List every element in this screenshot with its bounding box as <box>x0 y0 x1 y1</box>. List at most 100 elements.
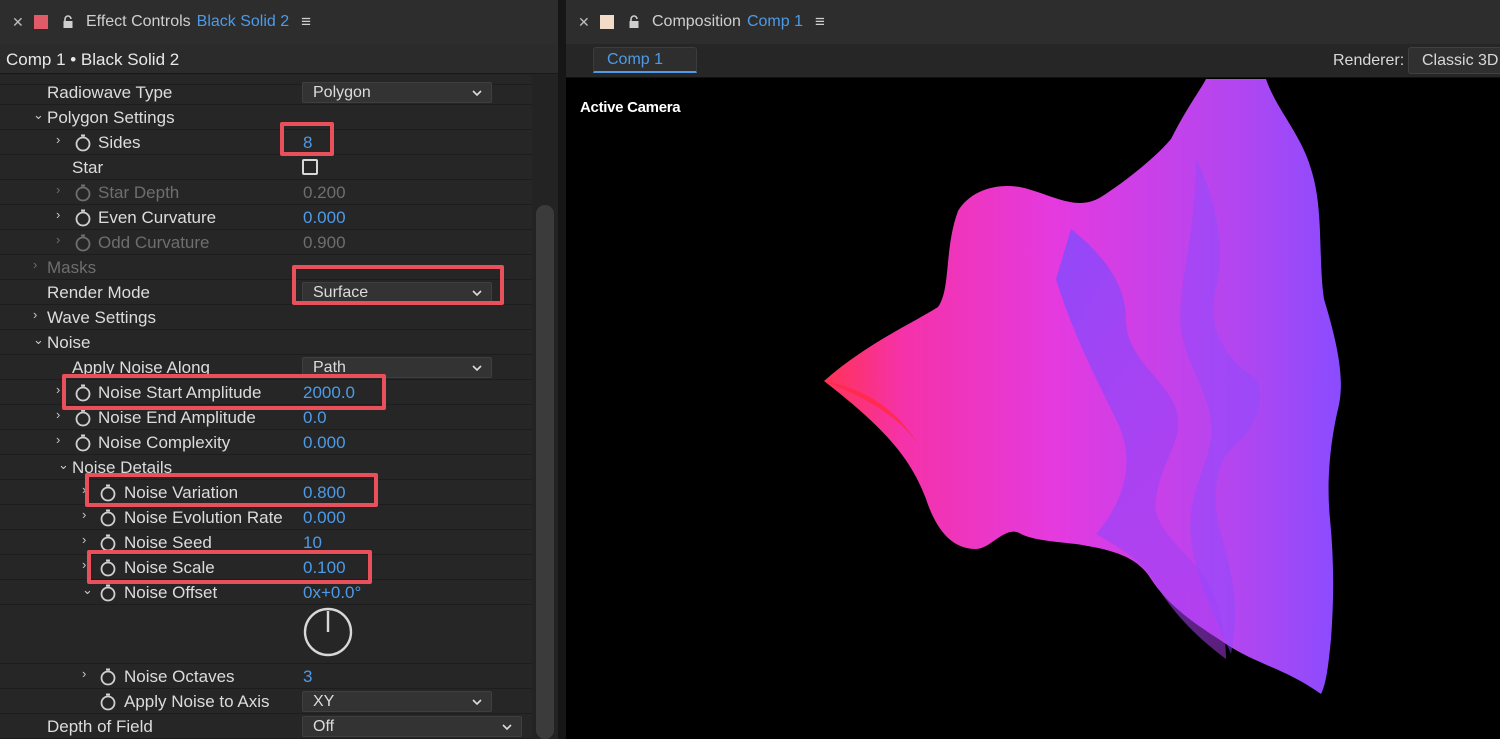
property-label: Noise Complexity <box>98 433 231 452</box>
group-masks[interactable]: › Masks <box>0 255 532 280</box>
sides-value[interactable]: 8 <box>303 133 312 153</box>
twirl-closed-icon[interactable]: › <box>82 482 94 497</box>
dropdown-value: Path <box>313 359 346 376</box>
property-label: Noise Scale <box>124 558 215 577</box>
label-color-swatch[interactable] <box>600 15 614 29</box>
scrollbar-thumb[interactable] <box>536 205 554 739</box>
scrollbar[interactable] <box>532 75 558 739</box>
render-mode-dropdown[interactable]: Surface <box>302 282 492 303</box>
group-polygon-settings[interactable]: ⌄ Polygon Settings <box>0 105 532 130</box>
noise-start-amplitude-value[interactable]: 2000.0 <box>303 383 355 403</box>
twirl-closed-icon[interactable]: › <box>56 407 68 422</box>
renderer-select[interactable]: Classic 3D <box>1408 47 1500 74</box>
lock-icon[interactable] <box>62 15 76 29</box>
property-label: Apply Noise to Axis <box>124 692 270 711</box>
group-label: Noise <box>47 333 91 352</box>
noise-seed-value[interactable]: 10 <box>303 533 322 553</box>
stopwatch-icon <box>75 184 91 202</box>
twirl-closed-icon[interactable]: › <box>56 232 68 247</box>
stopwatch-icon[interactable] <box>99 668 117 686</box>
group-label: Polygon Settings <box>47 108 175 127</box>
stopwatch-icon[interactable] <box>99 584 117 602</box>
property-label: Render Mode <box>47 283 151 302</box>
property-noise-offset: ⌄ Noise Offset 0x+0.0° <box>0 580 532 605</box>
radiowave-type-dropdown[interactable]: Polygon <box>302 82 492 103</box>
twirl-closed-icon[interactable]: › <box>56 132 68 147</box>
panel-menu-icon[interactable]: ≡ <box>815 12 825 32</box>
star-checkbox[interactable] <box>302 159 318 175</box>
property-label: Odd Curvature <box>98 233 210 252</box>
stopwatch-icon[interactable] <box>99 693 117 711</box>
twirl-closed-icon[interactable]: › <box>56 432 68 447</box>
noise-evolution-rate-value[interactable]: 0.000 <box>303 508 346 528</box>
close-icon[interactable]: ✕ <box>12 14 26 31</box>
effect-controls-panel: ✕ Effect Controls Black Solid 2 ≡ Comp 1… <box>0 0 558 739</box>
close-icon[interactable]: ✕ <box>578 14 592 31</box>
apply-noise-to-axis-dropdown[interactable]: XY <box>302 691 492 712</box>
stopwatch-icon[interactable] <box>99 509 117 527</box>
property-depth-of-field: Depth of Field Off <box>0 714 532 739</box>
noise-offset-value[interactable]: 0x+0.0° <box>303 583 361 603</box>
property-label: Noise Evolution Rate <box>124 508 283 527</box>
twirl-open-icon[interactable]: ⌄ <box>33 332 45 348</box>
stopwatch-icon[interactable] <box>99 534 117 552</box>
depth-of-field-dropdown[interactable]: Off <box>302 716 522 737</box>
lock-icon[interactable] <box>628 15 642 29</box>
chevron-down-icon <box>472 90 482 97</box>
twirl-closed-icon[interactable]: › <box>82 557 94 572</box>
noise-variation-value[interactable]: 0.800 <box>303 483 346 503</box>
twirl-open-icon[interactable]: ⌄ <box>58 457 70 473</box>
dropdown-value: Polygon <box>313 84 371 101</box>
property-apply-noise-along: Apply Noise Along Path <box>0 355 532 380</box>
group-wave-settings[interactable]: › Wave Settings <box>0 305 532 330</box>
twirl-open-icon[interactable]: ⌄ <box>33 107 45 123</box>
chevron-down-icon <box>472 699 482 706</box>
even-curvature-value[interactable]: 0.000 <box>303 208 346 228</box>
odd-curvature-value: 0.900 <box>303 233 346 252</box>
property-noise-seed: › Noise Seed 10 <box>0 530 532 555</box>
comp-name-link[interactable]: Comp 1 <box>747 13 803 31</box>
property-noise-octaves: › Noise Octaves 3 <box>0 664 532 689</box>
noise-complexity-value[interactable]: 0.000 <box>303 433 346 453</box>
property-label: Sides <box>98 133 141 152</box>
stopwatch-icon[interactable] <box>74 409 92 427</box>
property-label: Noise Seed <box>124 533 212 552</box>
twirl-closed-icon[interactable]: › <box>56 182 68 197</box>
composition-panel: ✕ Composition Comp 1 ≡ Comp 1 Renderer: … <box>566 0 1500 739</box>
stopwatch-icon[interactable] <box>74 434 92 452</box>
layer-name-link[interactable]: Black Solid 2 <box>197 13 290 31</box>
stopwatch-icon[interactable] <box>74 384 92 402</box>
chevron-down-icon <box>472 365 482 372</box>
group-label: Masks <box>47 258 97 277</box>
label-color-swatch[interactable] <box>34 15 48 29</box>
twirl-open-icon[interactable]: ⌄ <box>82 582 94 598</box>
stopwatch-icon[interactable] <box>99 484 117 502</box>
stopwatch-icon[interactable] <box>74 134 92 152</box>
panel-divider[interactable] <box>558 0 566 739</box>
tab-comp-1[interactable]: Comp 1 <box>593 47 697 73</box>
twirl-closed-icon[interactable]: › <box>33 307 45 322</box>
angle-dial-icon[interactable] <box>302 606 354 658</box>
group-noise[interactable]: ⌄ Noise <box>0 330 532 355</box>
group-noise-details[interactable]: ⌄ Noise Details <box>0 455 532 480</box>
rendered-shape <box>824 79 1341 694</box>
twirl-closed-icon[interactable]: › <box>33 257 45 272</box>
effect-properties-list: Radiowave Type Polygon ⌄ Polygon Setting… <box>0 75 532 739</box>
noise-scale-value[interactable]: 0.100 <box>303 558 346 578</box>
noise-octaves-value[interactable]: 3 <box>303 667 312 687</box>
twirl-closed-icon[interactable]: › <box>56 382 68 397</box>
property-radiowave-type: Radiowave Type Polygon <box>0 80 532 105</box>
apply-noise-along-dropdown[interactable]: Path <box>302 357 492 378</box>
property-label: Star <box>72 158 104 177</box>
noise-end-amplitude-value[interactable]: 0.0 <box>303 408 327 428</box>
panel-menu-icon[interactable]: ≡ <box>301 12 311 32</box>
twirl-closed-icon[interactable]: › <box>82 532 94 547</box>
twirl-closed-icon[interactable]: › <box>82 507 94 522</box>
stopwatch-icon <box>75 234 91 252</box>
composition-viewer[interactable]: Active Camera <box>566 79 1500 739</box>
twirl-closed-icon[interactable]: › <box>82 666 94 681</box>
stopwatch-icon[interactable] <box>99 559 117 577</box>
twirl-closed-icon[interactable]: › <box>56 207 68 222</box>
property-noise-scale: › Noise Scale 0.100 <box>0 555 532 580</box>
stopwatch-icon[interactable] <box>74 209 92 227</box>
